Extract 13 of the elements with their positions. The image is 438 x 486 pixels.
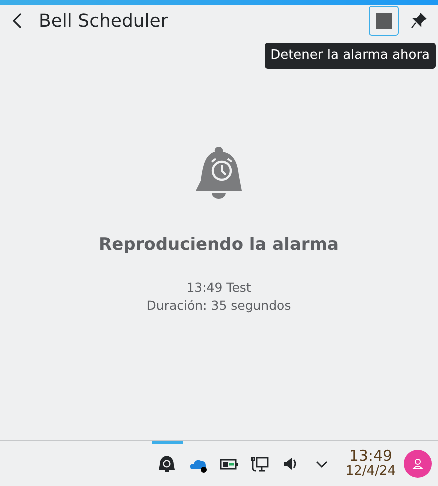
pin-icon[interactable] [411, 13, 427, 29]
status-line: 13:49 Test [186, 278, 252, 296]
status-line: Duración: 35 segundos [146, 296, 292, 314]
status-heading: Reproduciendo la alarma [99, 234, 339, 257]
bell-icon[interactable] [158, 454, 176, 472]
user-avatar[interactable] [404, 450, 432, 478]
window-title: Bell Scheduler [39, 10, 168, 34]
clock-date[interactable]: 12/4/24 [346, 464, 396, 480]
tooltip: Detener la alarma ahora [264, 43, 436, 68]
clock-time[interactable]: 13:49 [349, 448, 393, 464]
alarm-bell-icon [193, 145, 245, 201]
stop-button[interactable] [369, 6, 399, 36]
monitor-icon[interactable] [251, 454, 270, 472]
